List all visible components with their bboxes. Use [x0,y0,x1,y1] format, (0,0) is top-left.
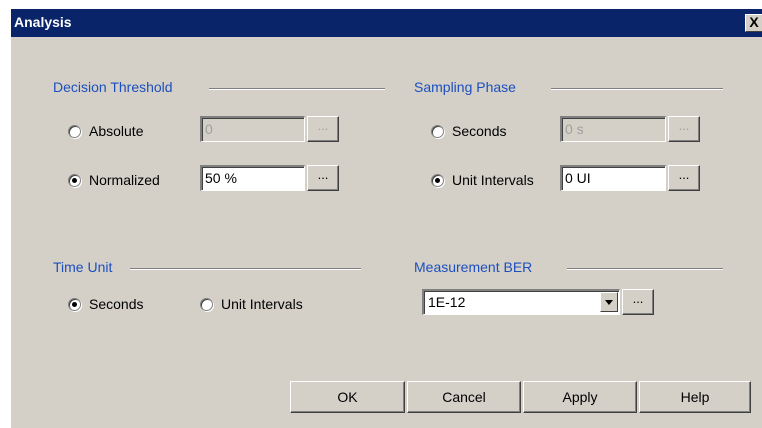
normalized-browse-button[interactable]: ... [307,165,339,191]
measurement-ber-dropdown[interactable]: 1E-12 [422,289,620,315]
chevron-down-icon[interactable] [600,292,618,312]
time-unit-seconds-radio[interactable] [68,297,81,311]
sampling-seconds-field: 0 s [560,116,666,142]
decision-threshold-heading: Decision Threshold [53,79,173,95]
analysis-dialog: Analysis X Decision Threshold Absolute 0… [10,8,762,428]
sampling-unit-intervals-browse-button[interactable]: ... [668,165,700,191]
sampling-unit-intervals-radio-option[interactable]: Unit Intervals [431,172,534,188]
normalized-radio-option[interactable]: Normalized [68,172,160,188]
time-unit-unit-intervals-label: Unit Intervals [221,296,303,312]
close-button[interactable]: X [745,14,762,32]
sampling-seconds-radio[interactable] [431,124,444,138]
absolute-label: Absolute [89,123,144,139]
normalized-label: Normalized [89,172,160,188]
measurement-ber-divider [567,268,723,270]
time-unit-unit-intervals-radio[interactable] [200,297,213,311]
absolute-radio[interactable] [68,124,81,138]
normalized-radio[interactable] [68,173,81,187]
title-bar[interactable]: Analysis X [11,9,762,37]
ok-button[interactable]: OK [290,381,405,413]
measurement-ber-browse-button[interactable]: ... [622,289,654,315]
apply-button[interactable]: Apply [523,381,637,413]
sampling-seconds-browse-button: ... [668,116,700,142]
cancel-button[interactable]: Cancel [407,381,521,413]
decision-threshold-divider [209,88,385,90]
sampling-unit-intervals-radio[interactable] [431,173,444,187]
normalized-value-field[interactable]: 50 % [200,165,305,191]
time-unit-unit-intervals-option[interactable]: Unit Intervals [200,296,303,312]
time-unit-divider [130,268,361,270]
help-button[interactable]: Help [639,381,751,413]
sampling-phase-divider [551,88,723,90]
time-unit-seconds-option[interactable]: Seconds [68,296,143,312]
time-unit-seconds-label: Seconds [89,296,144,312]
absolute-browse-button: ... [307,116,339,142]
sampling-phase-heading: Sampling Phase [414,79,516,95]
sampling-unit-intervals-label: Unit Intervals [452,172,534,188]
absolute-radio-option[interactable]: Absolute [68,123,143,139]
absolute-value-field: 0 [200,116,305,142]
sampling-seconds-label: Seconds [452,123,507,139]
measurement-ber-heading: Measurement BER [414,259,533,275]
time-unit-heading: Time Unit [53,259,113,275]
sampling-unit-intervals-field[interactable]: 0 UI [560,165,666,191]
close-icon: X [749,14,759,30]
window-title: Analysis [14,14,72,30]
measurement-ber-value: 1E-12 [428,294,466,310]
sampling-seconds-radio-option[interactable]: Seconds [431,123,506,139]
